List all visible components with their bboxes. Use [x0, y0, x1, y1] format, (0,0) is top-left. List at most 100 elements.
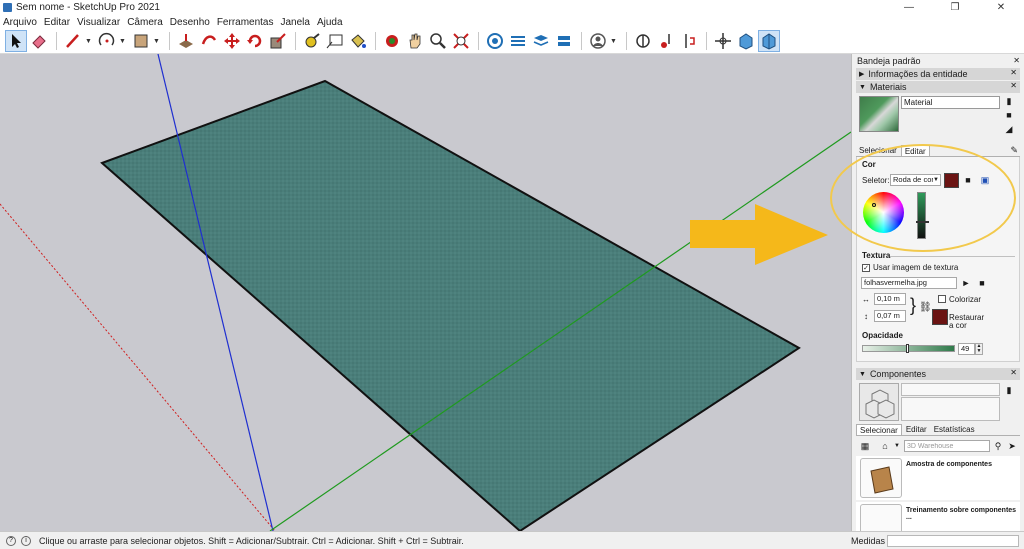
view-options-icon[interactable]: ▦ — [860, 441, 870, 451]
list-item[interactable]: Treinamento sobre componentes ... — [856, 502, 1020, 531]
close-panel-icon[interactable]: ✕ — [1010, 368, 1017, 377]
account-caret-icon[interactable]: ▼ — [610, 38, 618, 45]
maximize-button[interactable]: ❐ — [932, 0, 978, 15]
materials-header[interactable]: ▼ Materiais ✕ — [856, 81, 1020, 93]
color-picker-dropdown[interactable]: Roda de cores ▼ — [890, 174, 941, 186]
menu-editar[interactable]: Editar — [44, 17, 70, 28]
entity-info-header[interactable]: ▶ Informações da entidade ✕ — [856, 68, 1020, 80]
home-caret-icon[interactable]: ▼ — [892, 441, 902, 451]
create-component-icon[interactable]: ▮ — [1004, 385, 1014, 395]
arc-tool-icon[interactable] — [96, 30, 118, 52]
move-tool-icon[interactable] — [221, 30, 243, 52]
search-icon[interactable]: ⚲ — [993, 441, 1003, 451]
look-around-tool-icon[interactable] — [758, 30, 780, 52]
menu-ajuda[interactable]: Ajuda — [317, 17, 343, 28]
details-arrow-icon[interactable]: ➤ — [1007, 441, 1017, 451]
menu-ferramentas[interactable]: Ferramentas — [217, 17, 274, 28]
tab-estatisticas[interactable]: Estatísticas — [931, 424, 978, 435]
close-panel-icon[interactable]: ✕ — [1010, 68, 1017, 77]
zoom-tool-icon[interactable] — [427, 30, 449, 52]
color-swatch[interactable] — [944, 173, 959, 188]
chain-link-icon[interactable]: ⛓ — [919, 302, 932, 313]
opacity-slider-handle[interactable] — [906, 344, 909, 353]
tape-measure-tool-icon[interactable] — [301, 30, 323, 52]
height-arrow-icon: ↕ — [864, 312, 868, 321]
list-item[interactable]: Amostra de componentes — [856, 456, 1020, 500]
component-search-input[interactable] — [904, 440, 990, 452]
colorize-checkbox[interactable] — [938, 295, 946, 303]
texture-edit-icon[interactable]: ■ — [977, 278, 987, 288]
component-search-row: ▦ ⌂ ▼ ⚲ ➤ — [856, 438, 1020, 454]
color-wheel[interactable] — [863, 192, 904, 233]
model-canvas[interactable] — [0, 54, 851, 531]
info-icon[interactable]: i — [21, 535, 31, 546]
color-wheel-marker — [872, 203, 876, 207]
help-icon[interactable]: ? — [6, 535, 16, 546]
zoom-extents-tool-icon[interactable] — [450, 30, 472, 52]
layout-tool-icon[interactable] — [530, 30, 552, 52]
extension-manager-tool-icon[interactable] — [553, 30, 575, 52]
text-tool-icon[interactable] — [324, 30, 346, 52]
pin-icon[interactable]: ✕ — [1013, 56, 1020, 65]
extension-warehouse-tool-icon[interactable] — [507, 30, 529, 52]
opacity-slider[interactable] — [862, 344, 955, 353]
pan-tool-icon[interactable] — [404, 30, 426, 52]
line-tool-icon[interactable] — [62, 30, 84, 52]
scale-tool-icon[interactable] — [267, 30, 289, 52]
tab-editar[interactable]: Editar — [900, 145, 930, 156]
material-name-field[interactable]: Material — [901, 96, 1000, 109]
select-tool-icon[interactable] — [5, 30, 27, 52]
menu-desenho[interactable]: Desenho — [170, 17, 210, 28]
follow-me-tool-icon[interactable] — [198, 30, 220, 52]
shape-tool-caret-icon[interactable]: ▼ — [153, 38, 161, 45]
texture-file-field[interactable]: folhasvermelha.jpg — [861, 277, 957, 289]
use-texture-checkbox[interactable]: ✓ — [862, 264, 870, 272]
menu-arquivo[interactable]: Arquivo — [3, 17, 37, 28]
paint-default-icon[interactable]: ▮ — [1004, 96, 1014, 106]
brightness-slider-handle[interactable] — [916, 221, 929, 223]
position-camera-tool-icon[interactable] — [712, 30, 734, 52]
account-tool-icon[interactable] — [587, 30, 609, 52]
menu-janela[interactable]: Janela — [281, 17, 310, 28]
minimize-button[interactable]: — — [886, 0, 932, 15]
menu-camera[interactable]: Câmera — [127, 17, 163, 28]
match-color-in-model-icon[interactable]: ■ — [963, 175, 973, 185]
paint-bucket-tool-icon[interactable] — [347, 30, 369, 52]
eyedropper-icon[interactable]: ✎ — [1010, 145, 1018, 156]
brightness-slider[interactable] — [916, 192, 929, 239]
component-description-field[interactable] — [901, 397, 1000, 421]
model-viewport[interactable] — [0, 54, 851, 531]
push-pull-tool-icon[interactable] — [175, 30, 197, 52]
restore-color-swatch[interactable] — [932, 309, 948, 325]
browse-folder-icon[interactable]: ► — [961, 278, 971, 288]
close-panel-icon[interactable]: ✕ — [1010, 81, 1017, 90]
texture-width-field[interactable]: 0,10 m — [874, 293, 906, 305]
line-tool-caret-icon[interactable]: ▼ — [85, 38, 93, 45]
shape-tool-icon[interactable] — [130, 30, 152, 52]
components-header[interactable]: ▼ Componentes ✕ — [856, 368, 1020, 380]
close-button[interactable]: ✕ — [978, 0, 1024, 15]
rotate-tool-icon[interactable] — [244, 30, 266, 52]
create-material-icon[interactable]: ■ — [1004, 110, 1014, 120]
texture-height-field[interactable]: 0,07 m — [874, 310, 906, 322]
3d-warehouse-tool-icon[interactable] — [484, 30, 506, 52]
match-color-on-screen-icon[interactable]: ▣ — [980, 175, 990, 185]
display-section-planes-tool-icon[interactable] — [655, 30, 677, 52]
measurements-input[interactable] — [887, 535, 1019, 547]
textured-plane-face[interactable] — [100, 79, 801, 531]
tab-selecionar[interactable]: Selecionar — [856, 145, 900, 156]
tab-selecionar-components[interactable]: Selecionar — [856, 424, 902, 435]
menu-visualizar[interactable]: Visualizar — [77, 17, 120, 28]
eraser-tool-icon[interactable] — [28, 30, 50, 52]
opacity-field[interactable]: 49 — [958, 343, 975, 355]
section-cuts-tool-icon[interactable] — [678, 30, 700, 52]
section-plane-tool-icon[interactable] — [632, 30, 654, 52]
arc-tool-caret-icon[interactable]: ▼ — [119, 38, 127, 45]
orbit-tool-icon[interactable] — [381, 30, 403, 52]
walk-tool-icon[interactable] — [735, 30, 757, 52]
tab-editar-components[interactable]: Editar — [903, 424, 930, 435]
opacity-spinner[interactable]: ▲ ▼ — [975, 343, 983, 355]
component-name-field[interactable] — [901, 383, 1000, 396]
home-icon[interactable]: ⌂ — [880, 441, 890, 451]
display-secondary-pane-icon[interactable]: ◢ — [1004, 124, 1014, 134]
